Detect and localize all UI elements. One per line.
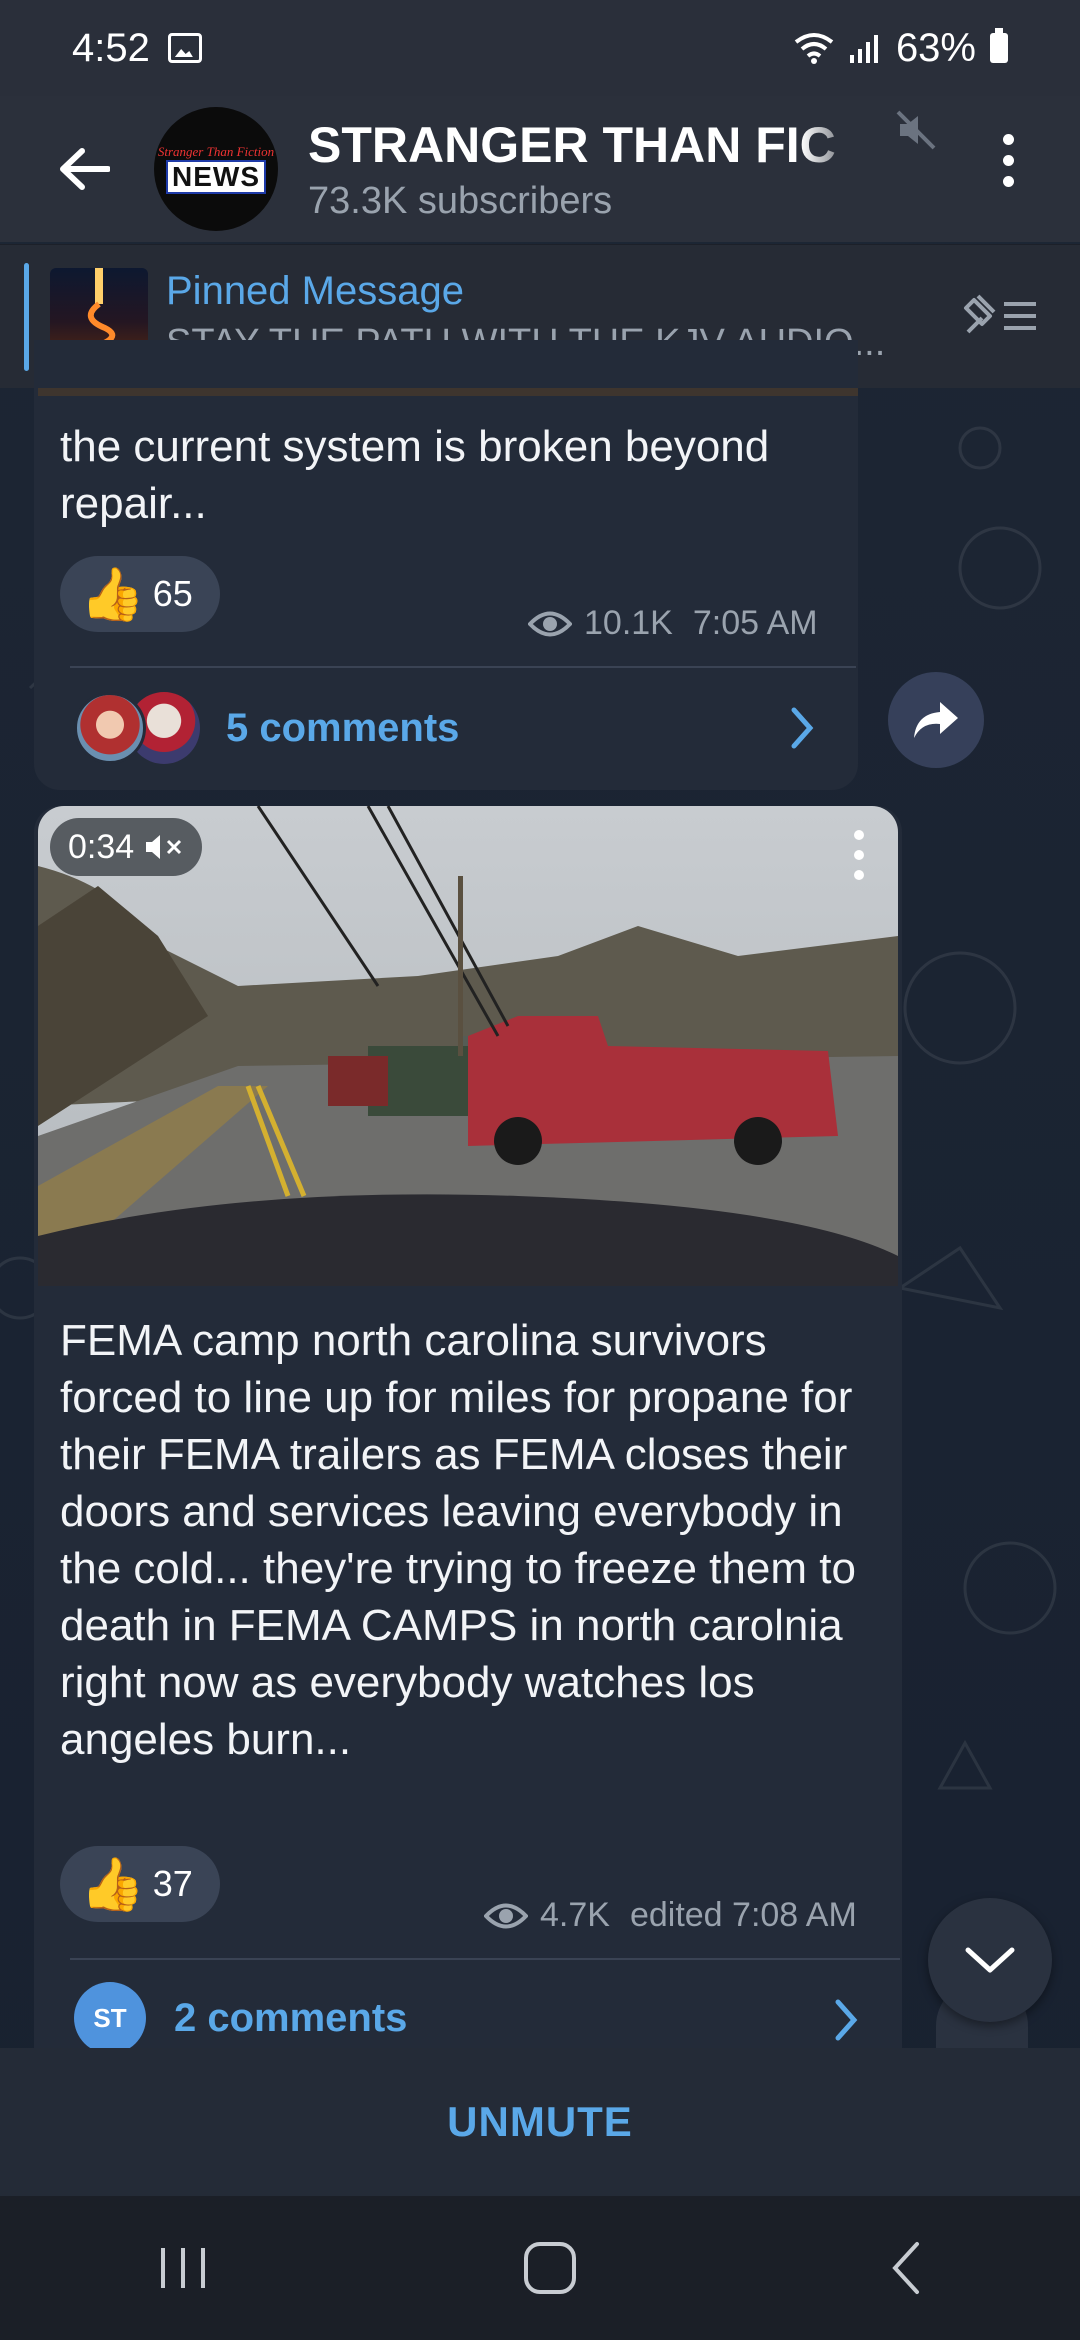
reaction-thumbs-up[interactable]: 👍 37 [60, 1846, 220, 1922]
recent-apps-icon[interactable] [153, 2243, 213, 2293]
video-frame [38, 806, 898, 1286]
view-count: 10.1K [584, 604, 673, 642]
reaction-thumbs-up[interactable]: 👍 65 [60, 556, 220, 632]
video-options-button[interactable] [854, 830, 864, 880]
wifi-icon [794, 33, 834, 64]
battery-percent: 63% [895, 25, 976, 70]
status-time: 4:52 [72, 25, 150, 70]
muted-speaker-icon [146, 835, 182, 859]
thumbs-up-icon: 👍 [80, 565, 145, 624]
dot [1002, 154, 1014, 166]
thumbs-up-icon: 👍 [80, 1855, 145, 1914]
eye-icon [528, 611, 572, 636]
dot [1002, 133, 1014, 145]
chevron-right-icon [835, 1999, 858, 2041]
channel-avatar[interactable]: Stranger Than Fiction NEWS [154, 107, 278, 231]
subscriber-count: 73.3K subscribers [308, 179, 613, 222]
comments-count: 5 comments [226, 705, 460, 750]
comments-link[interactable]: 5 comments [74, 690, 834, 766]
gallery-icon [167, 33, 202, 63]
message-meta: 4.7K edited 7:08 AM [484, 1896, 857, 1935]
home-icon[interactable] [520, 2238, 580, 2298]
message-time: 7:05 AM [692, 604, 818, 642]
channel-title: STRANGER THAN FIC [308, 116, 836, 173]
muted-speaker-icon [896, 110, 936, 150]
video-thumbnail[interactable] [38, 806, 898, 1286]
status-indicators: 63% [794, 26, 1008, 71]
media-bottom-edge [38, 388, 858, 396]
status-bar: 4:52 63% [0, 0, 1080, 96]
back-button[interactable] [42, 127, 126, 211]
unmute-button[interactable]: UNMUTE [447, 2098, 633, 2146]
back-arrow-icon [60, 148, 110, 190]
video-duration-badge[interactable]: 0:34 [50, 818, 203, 876]
dot [854, 850, 864, 860]
share-arrow-icon [914, 702, 958, 738]
avatar-news-text: NEWS [166, 160, 266, 194]
system-navigation-bar [0, 2196, 1080, 2340]
more-options-button[interactable] [988, 120, 1028, 200]
back-nav-icon[interactable] [887, 2238, 927, 2298]
message-meta: 10.1K 7:05 AM [528, 604, 818, 643]
commenter-avatar: ST [74, 1982, 146, 2054]
eye-icon [484, 1903, 528, 1928]
pinned-indicator [24, 263, 29, 371]
commenter-avatars [74, 690, 204, 766]
message-time: edited 7:08 AM [629, 1896, 857, 1934]
commenter-avatar [74, 692, 146, 764]
bottom-action-bar: UNMUTE [0, 2048, 1080, 2196]
comments-link[interactable]: ST 2 comments [74, 1982, 874, 2054]
reaction-count: 37 [152, 1863, 193, 1904]
telegram-channel-screen: 4:52 63% Stranger Than Fiction NEWS STRA… [0, 0, 1080, 2340]
battery-icon [990, 28, 1008, 63]
chevron-down-icon [965, 1947, 1015, 1973]
message-text: the current system is broken beyond repa… [60, 422, 770, 528]
signal-icon [849, 35, 878, 63]
dot [1002, 175, 1014, 187]
message-text: FEMA camp north carolina survivors force… [60, 1316, 856, 1764]
divider [70, 666, 856, 668]
chevron-right-icon [791, 707, 814, 749]
share-button[interactable] [888, 672, 984, 768]
channel-info[interactable]: STRANGER THAN FIC 73.3K subscribers [308, 116, 868, 223]
dot [854, 830, 864, 840]
scroll-down-button[interactable] [928, 1898, 1052, 2022]
comments-count: 2 comments [174, 1995, 408, 2040]
video-duration: 0:34 [68, 827, 135, 866]
pinned-title: Pinned Message [166, 268, 464, 313]
view-count: 4.7K [540, 1896, 610, 1934]
dot [854, 870, 864, 880]
divider [70, 1958, 900, 1960]
pinned-list-icon[interactable] [960, 290, 1040, 340]
reaction-count: 65 [152, 573, 193, 614]
avatar-top-text: Stranger Than Fiction [157, 144, 275, 159]
